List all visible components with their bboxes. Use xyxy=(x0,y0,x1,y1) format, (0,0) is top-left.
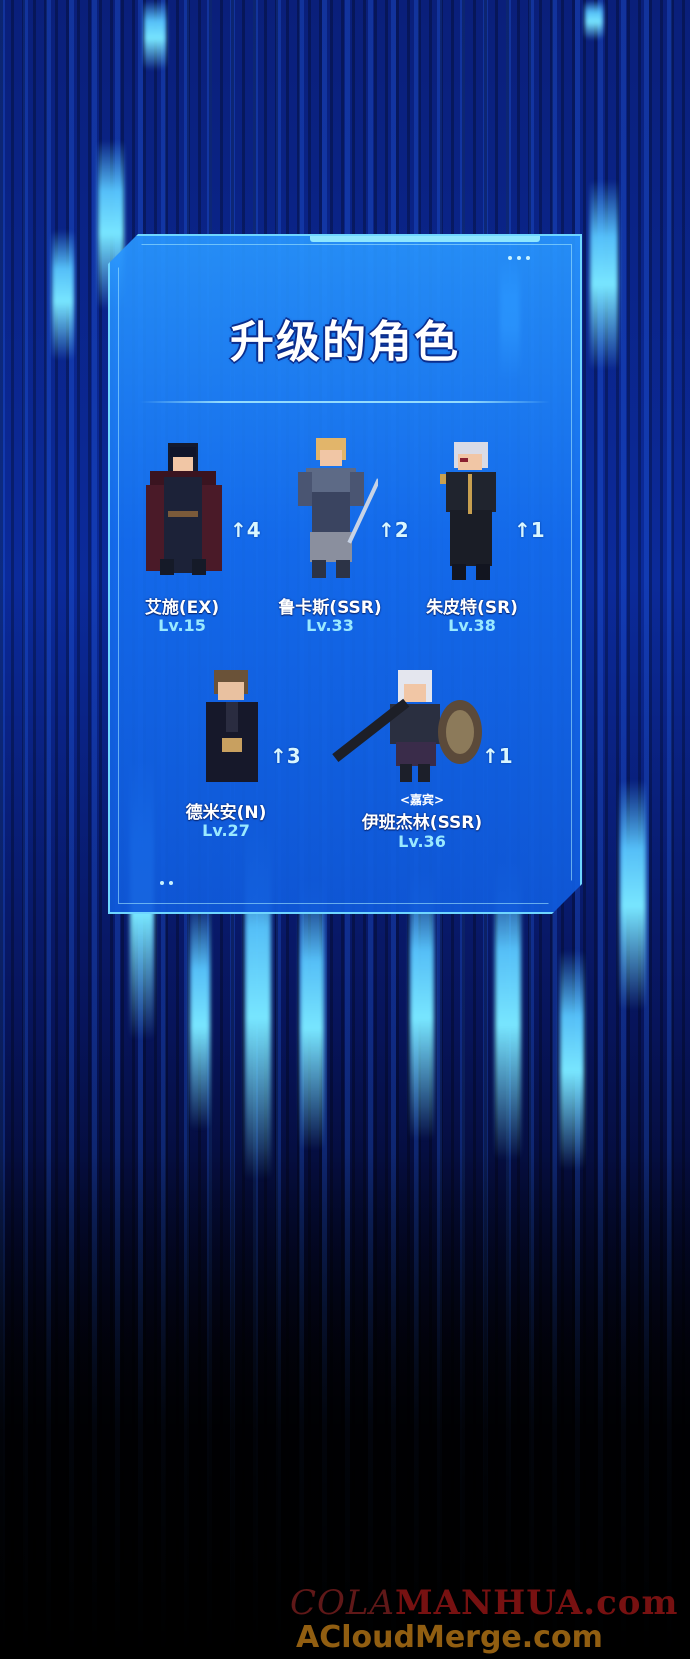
upgrade-count: ↑2 xyxy=(378,518,409,542)
upgraded-characters-panel: 升级的角色 ↑4 艾施(EX) Lv.15 ↑2 鲁卡斯(SSR) Lv.33 … xyxy=(108,234,582,914)
background-glow xyxy=(52,230,74,360)
background-glow xyxy=(585,0,603,40)
watermark-acloudmerge: ACloudMerge.com xyxy=(296,1620,603,1655)
character-level: Lv.38 xyxy=(448,616,496,635)
background-glow xyxy=(190,900,210,1130)
character-name: 鲁卡斯(SSR) xyxy=(278,598,382,618)
upgrade-count: ↑1 xyxy=(514,518,545,542)
character-name: 朱皮特(SR) xyxy=(426,598,518,618)
character-level: Lv.33 xyxy=(306,616,354,635)
blond-armored-knight-sprite xyxy=(288,436,378,581)
white-haired-officer-sprite xyxy=(432,440,512,582)
panel-top-accent-bar xyxy=(310,236,540,242)
character-name: 德米安(N) xyxy=(185,803,267,823)
panel-title: 升级的角色 xyxy=(230,317,460,368)
panel-corner-dots xyxy=(508,256,530,260)
character-level: Lv.27 xyxy=(202,821,250,840)
brown-haired-robed-mage-sprite xyxy=(196,668,268,786)
watermark-colamanhua: COLAMANHUA.com xyxy=(290,1583,690,1623)
dark-haired-cloaked-swordsman-sprite xyxy=(140,441,230,581)
character-level: Lv.15 xyxy=(158,616,206,635)
background-glow xyxy=(590,180,618,370)
upgrade-count: ↑4 xyxy=(230,518,261,542)
upgrade-count: ↑3 xyxy=(270,744,301,768)
character-name: 伊班杰林(SSR) xyxy=(361,813,483,833)
background-glow xyxy=(560,950,584,1170)
watermark-manhua: MANHUA.com xyxy=(395,1583,679,1623)
character-title: <嘉宾> xyxy=(399,793,445,807)
background-glow xyxy=(620,780,646,1010)
background-glow xyxy=(144,0,166,70)
character-level: Lv.36 xyxy=(398,832,446,851)
character-name: 艾施(EX) xyxy=(144,598,220,618)
silver-haired-greatsword-knight-sprite xyxy=(330,668,490,788)
title-divider xyxy=(140,401,550,403)
upgrade-count: ↑1 xyxy=(482,744,513,768)
background-glow xyxy=(300,880,324,1150)
panel-corner-dots xyxy=(160,881,173,885)
watermark-cola: COLA xyxy=(290,1583,396,1623)
